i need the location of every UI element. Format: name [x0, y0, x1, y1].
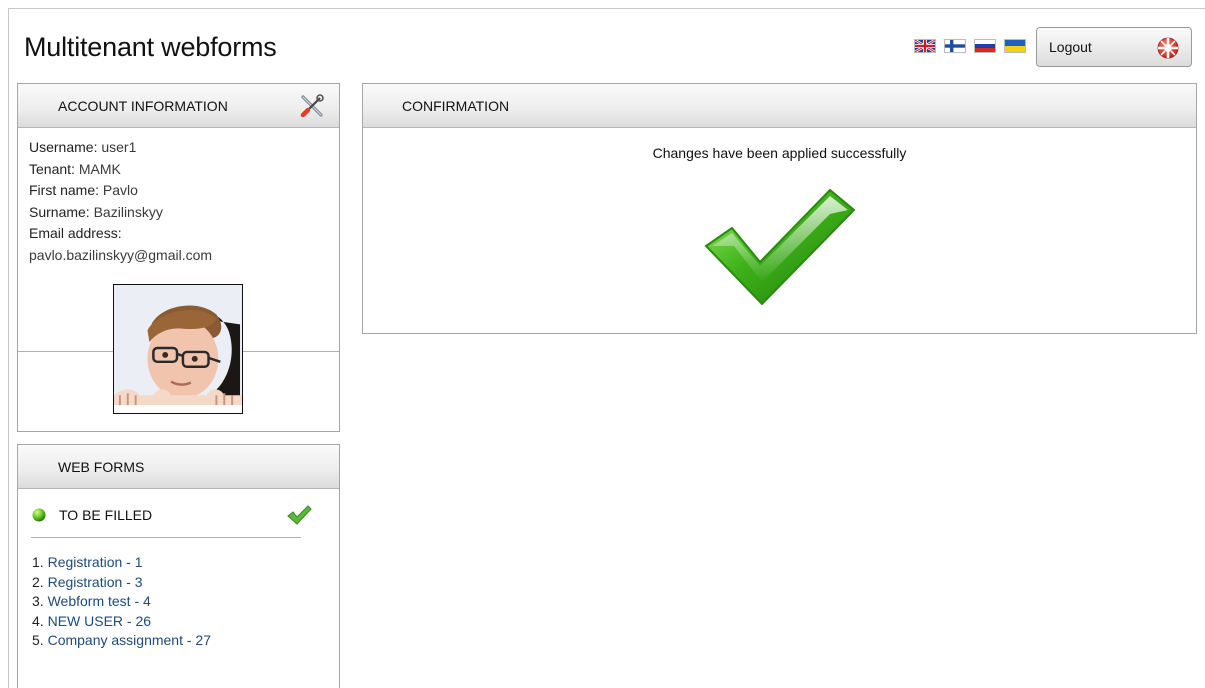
email-row: Email address: pavlo.bazilinskyy@gmail.c…: [29, 223, 339, 266]
status-divider: [31, 537, 301, 538]
app-title: Multitenant webforms: [24, 32, 277, 62]
lifebuoy-icon: [1157, 37, 1179, 59]
webform-link-new-user-26[interactable]: NEW USER - 26: [48, 613, 151, 629]
tenant-row: Tenant: MAMK: [29, 159, 339, 181]
russia-flag-icon[interactable]: [974, 39, 996, 53]
surname-row: Surname: Bazilinskyy: [29, 202, 339, 224]
list-item: 3. Webform test - 4: [32, 592, 211, 612]
email-label: Email address:: [29, 225, 122, 241]
page-frame-top: [8, 8, 1205, 9]
account-information-title: ACCOUNT INFORMATION: [58, 98, 228, 114]
confirmation-title: CONFIRMATION: [402, 98, 510, 114]
webform-link-company-assignment-27[interactable]: Company assignment - 27: [48, 632, 211, 648]
list-item-number: 1.: [32, 554, 44, 570]
tools-icon[interactable]: [299, 93, 325, 119]
tenant-value: MAMK: [78, 160, 121, 177]
to-be-filled-row[interactable]: TO BE FILLED: [32, 504, 312, 526]
username-value: user1: [101, 139, 137, 155]
tenant-label: Tenant:: [29, 160, 75, 177]
checkmark-icon: [287, 505, 312, 525]
uk-flag-icon[interactable]: [914, 39, 936, 53]
logout-button[interactable]: Logout: [1036, 27, 1192, 67]
logout-label: Logout: [1049, 39, 1092, 55]
surname-label: Surname:: [29, 203, 90, 220]
list-item: 2. Registration - 3: [32, 573, 211, 593]
surname-value: Bazilinskyy: [93, 203, 163, 220]
list-item: 1. Registration - 1: [32, 553, 211, 573]
email-value: pavlo.bazilinskyy@gmail.com: [29, 246, 213, 263]
web-forms-header: WEB FORMS: [18, 445, 339, 489]
username-row: Username: user1: [29, 137, 339, 159]
list-item-number: 5.: [32, 632, 44, 648]
web-forms-panel: WEB FORMS TO BE FILLED 1. Registration -…: [17, 444, 340, 688]
list-item-number: 2.: [32, 573, 44, 590]
username-label: Username:: [29, 139, 98, 155]
green-dot-icon: [32, 508, 46, 522]
avatar-photo: [114, 285, 242, 413]
webform-link-registration-1[interactable]: Registration - 1: [48, 554, 143, 570]
finland-flag-icon[interactable]: [944, 39, 966, 53]
success-checkmark-icon: [704, 188, 856, 306]
avatar: [113, 284, 243, 414]
to-be-filled-label: TO BE FILLED: [59, 507, 153, 523]
confirmation-panel: CONFIRMATION Changes have been applied s…: [362, 83, 1197, 334]
list-item-number: 4.: [32, 612, 44, 629]
page-frame-left: [8, 8, 9, 688]
list-item: 4. NEW USER - 26: [32, 612, 211, 632]
webform-link-registration-3[interactable]: Registration - 3: [48, 574, 143, 590]
list-item: 5. Company assignment - 27: [32, 631, 211, 651]
account-information-panel: ACCOUNT INFORMATION Username: user1 Tena…: [17, 83, 340, 432]
firstname-label: First name:: [29, 182, 100, 198]
web-forms-title: WEB FORMS: [58, 459, 145, 475]
account-details: Username: user1 Tenant: MAMK First name:…: [18, 128, 339, 266]
firstname-row: First name: Pavlo: [29, 180, 339, 202]
account-information-header: ACCOUNT INFORMATION: [18, 84, 339, 128]
language-switcher: [914, 39, 1026, 53]
confirmation-message: Changes have been applied successfully: [652, 145, 907, 161]
confirmation-header: CONFIRMATION: [363, 84, 1196, 128]
list-item-number: 3.: [32, 593, 44, 609]
web-forms-list: 1. Registration - 1 2. Registration - 3 …: [32, 553, 211, 651]
firstname-value: Pavlo: [102, 182, 138, 198]
ukraine-flag-icon[interactable]: [1004, 39, 1026, 53]
webform-link-webform-test-4[interactable]: Webform test - 4: [48, 593, 151, 609]
